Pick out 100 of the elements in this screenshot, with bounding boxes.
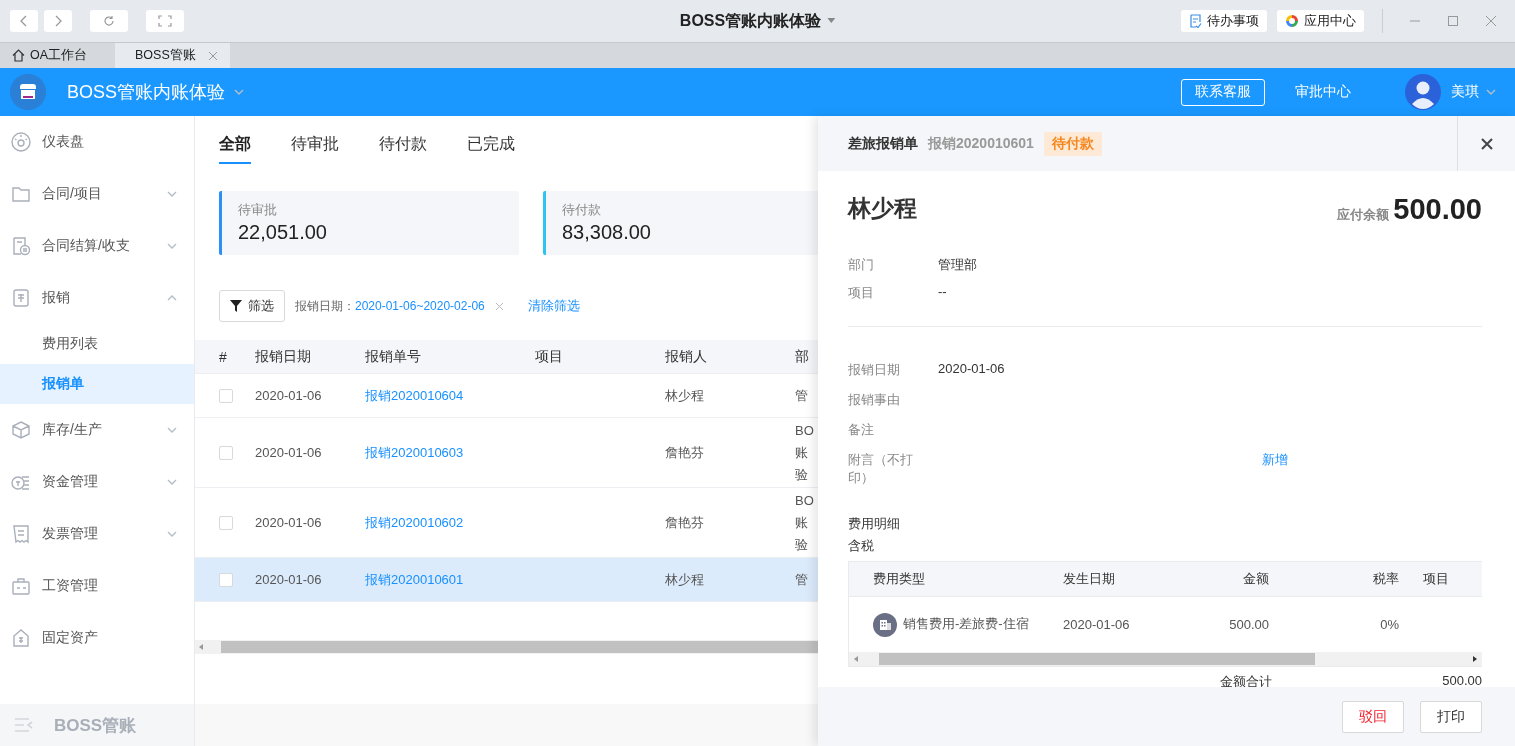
maximize-icon (1447, 15, 1459, 27)
field-value: -- (938, 284, 948, 301)
field-label: 部门 (848, 256, 875, 274)
stat-value: 22,051.00 (238, 221, 328, 244)
field-label: 报销日期 (848, 361, 901, 379)
stat-label: 待审批 (238, 201, 278, 219)
shop-logo-icon (10, 74, 46, 110)
table-cell-text: 0% (1379, 617, 1399, 632)
sidebar-item[interactable]: 资金管理 (0, 456, 194, 508)
section-title: 费用明细 (848, 515, 901, 533)
sidebar-item[interactable]: 合同结算/收支 (0, 220, 194, 272)
status-badge: 待付款 (1043, 131, 1102, 156)
toolbar-button[interactable]: 应用中心 (1277, 10, 1364, 32)
row-checkbox[interactable] (219, 445, 233, 460)
close-icon[interactable] (208, 50, 218, 61)
row-checkbox[interactable] (219, 515, 233, 530)
field-label: 项目 (848, 284, 875, 302)
table-cell: 销售费用-差旅费-住宿 (849, 612, 1039, 637)
browser-tab[interactable]: OA工作台 (0, 43, 115, 68)
field-label: 报销事由 (848, 391, 901, 409)
column-header: 金额 (1242, 570, 1269, 588)
back-button[interactable] (10, 10, 38, 32)
house-icon (10, 627, 32, 649)
forward-button[interactable] (44, 10, 72, 32)
filter-label: 报销日期： (295, 297, 355, 315)
sidebar-item[interactable]: 库存/生产 (0, 404, 194, 456)
form-type: 差旅报销单 (848, 134, 918, 153)
status-tab[interactable]: 已完成 (467, 134, 515, 164)
avatar-icon[interactable] (1405, 74, 1441, 110)
field-label: 备注 (848, 421, 875, 439)
table-cell-text: 500.00 (1228, 617, 1269, 632)
total-label: 金额合计 (1220, 673, 1273, 687)
table-row[interactable]: 2020-01-06 报销2020010604 林少程 管 (195, 374, 818, 418)
filter-value: 2020-01-06~2020-02-06 (355, 299, 485, 313)
balance-label: 应付余额 (1337, 206, 1390, 224)
table-cell-text: 詹艳芬 (665, 443, 705, 462)
apps-icon (1285, 14, 1299, 28)
chevron-right-icon (53, 15, 63, 27)
table-cell-text: 2020-01-06 (255, 445, 323, 460)
field-value: 管理部 (938, 256, 978, 274)
horizontal-scrollbar[interactable] (195, 640, 818, 654)
column-header: 发生日期 (1062, 570, 1116, 588)
brand-name: BOSS管账 (54, 714, 137, 737)
note-icon (1189, 14, 1202, 28)
collapse-menu-icon[interactable] (14, 717, 34, 733)
fullscreen-button[interactable] (146, 10, 184, 32)
table-cell-text: 林少程 (665, 570, 705, 589)
table-cell-text: 管 (795, 386, 809, 405)
close-icon (1480, 137, 1493, 150)
column-header: # (218, 348, 228, 365)
table-row[interactable]: 2020-01-06 报销2020010601 林少程 管 (195, 558, 818, 602)
invoice-icon (10, 523, 32, 545)
submenu-item[interactable]: 费用列表 (0, 324, 194, 364)
sidebar-item[interactable]: 合同/项目 (0, 168, 194, 220)
column-header: 项目 (535, 347, 564, 366)
stat-label: 待付款 (562, 201, 602, 219)
field-value: 2020-01-06 (938, 361, 1006, 378)
dashboard-icon (10, 131, 32, 153)
row-checkbox[interactable] (219, 388, 233, 403)
tax-note: 含税 (848, 537, 875, 555)
status-tab[interactable]: 待付款 (379, 134, 427, 164)
total-amount: 500.00 (1442, 673, 1482, 687)
table-cell-text: 詹艳芬 (665, 513, 705, 532)
sidebar-item[interactable]: 发票管理 (0, 508, 194, 560)
refresh-button[interactable] (90, 10, 128, 32)
status-tab[interactable]: 待审批 (291, 134, 339, 164)
toolbar-button[interactable]: 待办事项 (1181, 10, 1267, 32)
home-icon (12, 49, 25, 62)
window-title: BOSS管账内账体验 (679, 10, 822, 31)
balance-amount: 500.00 (1393, 193, 1482, 226)
sidebar-item[interactable]: 固定资产 (0, 612, 194, 664)
column-header: 部 (795, 347, 810, 366)
claimant-name: 林少程 (848, 194, 917, 223)
column-header: 报销日期 (255, 347, 312, 366)
print-button[interactable]: 打印 (1420, 700, 1482, 733)
reject-button[interactable]: 驳回 (1342, 700, 1404, 733)
table-row[interactable]: 2020-01-06 报销2020010603 詹艳芬 BO 账 验 (195, 418, 818, 488)
filter-button[interactable]: 筛选 (219, 290, 285, 322)
table-cell-text: 2020-01-06 (255, 515, 323, 530)
sidebar-item[interactable]: 工资管理 (0, 560, 194, 612)
table-cell-text: 2020-01-06 (1062, 617, 1131, 632)
field-label: 附言（不打印） (848, 451, 914, 487)
status-tab[interactable]: 全部 (219, 134, 251, 164)
table-cell-text: BO 账 验 (795, 491, 815, 554)
column-header: 费用类型 (872, 570, 926, 588)
browser-tab[interactable]: BOSS管账 (115, 43, 230, 68)
remove-filter-icon[interactable] (494, 301, 504, 311)
sidebar-item[interactable]: 仪表盘 (0, 116, 194, 168)
horizontal-scrollbar[interactable] (849, 652, 1482, 666)
column-header: 项目 (1422, 570, 1450, 588)
table-cell-text: 林少程 (665, 386, 705, 405)
close-icon (1485, 15, 1497, 27)
stat-value: 83,308.00 (562, 221, 652, 244)
chevron-left-icon (19, 15, 29, 27)
refresh-icon (103, 15, 115, 27)
sidebar-item[interactable]: 报销 (0, 272, 194, 324)
caret-icon[interactable] (827, 18, 836, 24)
row-checkbox[interactable] (219, 572, 233, 587)
column-header: 报销人 (665, 347, 708, 366)
column-header: 报销单号 (365, 347, 422, 366)
